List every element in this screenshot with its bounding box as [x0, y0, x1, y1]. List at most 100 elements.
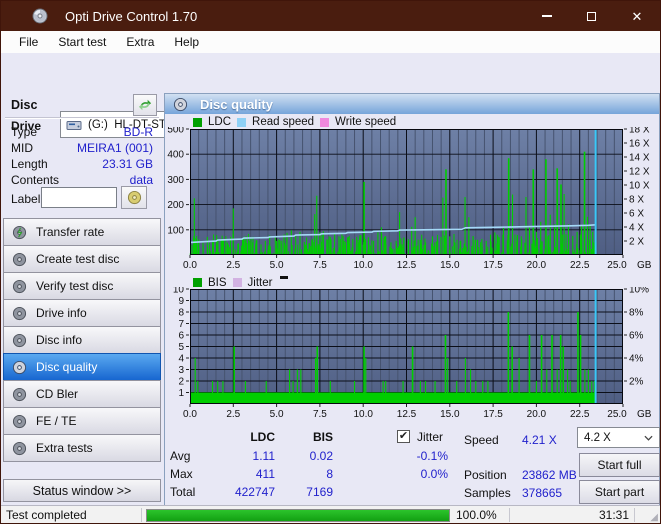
resize-grip[interactable]: ◢ — [650, 512, 658, 523]
title-bar: Opti Drive Control 1.70 ✕ — [1, 1, 660, 31]
disc-length-value: 23.31 GB — [102, 157, 153, 171]
status-window-button[interactable]: Status window >> — [3, 479, 161, 502]
ldc-swatch — [193, 117, 202, 127]
disc-contents-value: data — [129, 173, 153, 187]
svg-text:17.5: 17.5 — [483, 260, 503, 271]
svg-text:100: 100 — [167, 225, 184, 236]
sidebar-item-cd-bler[interactable]: CD Bler — [3, 380, 161, 408]
disc-type-value: BD-R — [123, 125, 153, 139]
status-window-label: Status window >> — [32, 483, 132, 498]
jitter-line-marker — [280, 276, 289, 279]
svg-text:4 X: 4 X — [629, 223, 644, 234]
bis-column-header: BIS — [312, 430, 333, 444]
svg-text:16 X: 16 X — [629, 139, 650, 150]
start-full-button[interactable]: Start full — [579, 453, 660, 477]
sidebar-item-label: Disc info — [36, 333, 83, 347]
svg-text:8%: 8% — [629, 308, 644, 319]
panel-title: Disc quality — [200, 96, 273, 112]
app-disc-icon — [32, 8, 48, 24]
svg-text:7.5: 7.5 — [313, 409, 327, 420]
sidebar-item-disc-quality[interactable]: Disc quality — [3, 353, 161, 381]
status-text: Test completed — [6, 508, 87, 522]
svg-text:10 X: 10 X — [629, 181, 650, 192]
disc-icon — [12, 306, 27, 320]
bis-chart: 12345678910 2% 4% 6% 8% 10% 0.0 2.5 5.0 7.5 10.0 12… — [173, 287, 652, 420]
sidebar-item-label: Verify test disc — [36, 279, 114, 293]
max-jitter-value: 0.0% — [420, 467, 448, 481]
sidebar-item-fe-te[interactable]: FE / TE — [3, 407, 161, 435]
svg-text:5.0: 5.0 — [270, 260, 284, 271]
sidebar-item-label: Extra tests — [36, 441, 93, 455]
sidebar-item-drive-info[interactable]: Drive info — [3, 299, 161, 327]
svg-text:4%: 4% — [629, 354, 644, 365]
divider — [141, 508, 142, 522]
disc-panel-title: Disc — [11, 98, 38, 112]
read-speed-swatch — [237, 117, 247, 127]
menu-start-test[interactable]: Start test — [48, 32, 116, 52]
svg-text:7: 7 — [178, 319, 184, 330]
jitter-checkbox-label: Jitter — [417, 430, 444, 444]
svg-text:20.0: 20.0 — [527, 260, 547, 271]
total-bis-value: 7169 — [306, 485, 333, 499]
svg-text:8 X: 8 X — [629, 195, 644, 206]
jitter-checkbox[interactable]: ✔ — [397, 430, 410, 443]
disc-mid-label: MID — [11, 141, 33, 155]
position-info-value: 23862 MB — [522, 468, 577, 482]
status-bar: Test completed 100.0% 31:31 ◢ — [1, 505, 660, 523]
divider — [5, 117, 159, 118]
total-label: Total — [170, 485, 196, 499]
svg-text:6 X: 6 X — [629, 209, 644, 220]
app-window: Opti Drive Control 1.70 ✕ File Start tes… — [0, 0, 661, 524]
svg-text:10.0: 10.0 — [353, 409, 373, 420]
disc-label-input[interactable] — [41, 187, 117, 208]
jitter-swatch — [232, 278, 242, 287]
avg-jitter-value: -0.1% — [416, 449, 448, 463]
maximize-button[interactable] — [569, 1, 613, 31]
svg-text:20.0: 20.0 — [527, 409, 547, 420]
menu-help[interactable]: Help — [164, 32, 209, 52]
disc-refresh-button[interactable] — [133, 94, 157, 116]
divider — [634, 508, 635, 522]
svg-text:GB: GB — [637, 409, 652, 420]
svg-text:300: 300 — [167, 175, 184, 186]
disc-icon — [12, 360, 27, 374]
svg-text:1: 1 — [178, 388, 184, 399]
test-speed-value: 4.2 X — [584, 431, 611, 444]
start-part-button[interactable]: Start part — [579, 480, 660, 504]
progress-fill — [147, 510, 449, 521]
write-label-button[interactable] — [121, 186, 147, 209]
svg-text:14 X: 14 X — [629, 153, 650, 164]
sidebar-item-disc-info[interactable]: Disc info — [3, 326, 161, 354]
disc-type-label: Type — [11, 125, 38, 139]
sidebar-item-label: CD Bler — [36, 387, 79, 401]
start-part-label: Start part — [594, 485, 645, 499]
ldc-chart: 100 200 300 400 500 2 X 4 X 6 X 8 X 10 X 12 X 14 X 1… — [167, 127, 651, 271]
sidebar-item-extra-tests[interactable]: Extra tests — [3, 434, 161, 462]
disc-icon — [12, 225, 27, 239]
svg-text:6%: 6% — [629, 331, 644, 342]
svg-text:4: 4 — [178, 354, 184, 365]
refresh-icon — [138, 99, 152, 111]
menu-file[interactable]: File — [9, 32, 48, 52]
sidebar-item-create-test-disc[interactable]: Create test disc — [3, 245, 161, 273]
svg-text:17.5: 17.5 — [483, 409, 503, 420]
progress-bar — [146, 509, 450, 522]
svg-text:2.5: 2.5 — [226, 409, 240, 420]
samples-info-label: Samples — [464, 486, 511, 500]
sidebar-item-label: FE / TE — [36, 414, 77, 428]
chevron-down-icon — [644, 435, 653, 441]
disc-icon — [12, 414, 27, 428]
svg-text:10%: 10% — [629, 287, 649, 296]
test-speed-select[interactable]: 4.2 X — [577, 427, 660, 448]
minimize-button[interactable] — [525, 1, 569, 31]
sidebar-item-transfer-rate[interactable]: Transfer rate — [3, 218, 161, 246]
sidebar-item-verify-test-disc[interactable]: Verify test disc — [3, 272, 161, 300]
close-button[interactable]: ✕ — [615, 1, 659, 31]
samples-info-value: 378665 — [522, 486, 563, 500]
sidebar-item-label: Drive info — [36, 306, 87, 320]
svg-text:2.5: 2.5 — [226, 260, 240, 271]
menu-extra[interactable]: Extra — [116, 32, 164, 52]
disc-icon — [173, 97, 188, 111]
svg-text:3: 3 — [178, 365, 184, 376]
svg-text:12.5: 12.5 — [397, 260, 417, 271]
